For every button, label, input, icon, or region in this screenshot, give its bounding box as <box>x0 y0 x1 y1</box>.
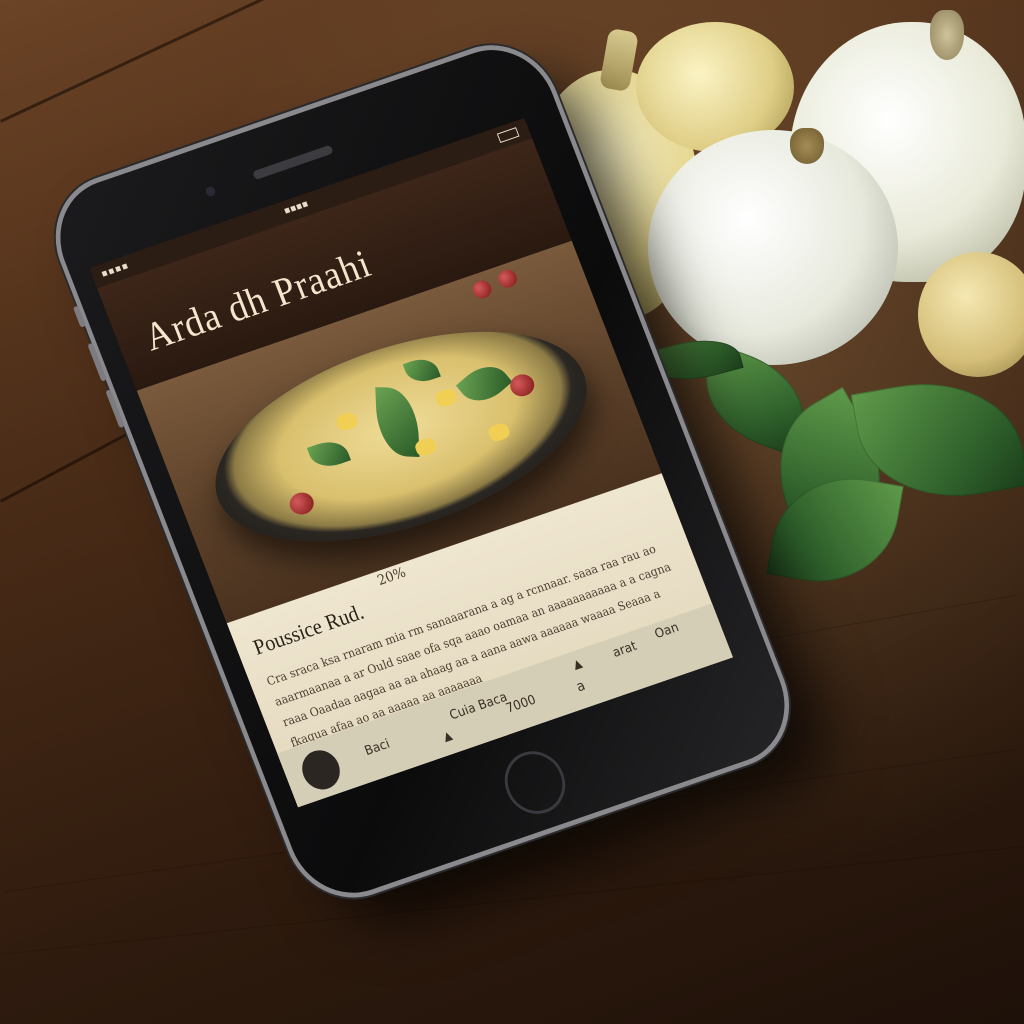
status-time: ▪▪▪▪ <box>282 198 310 217</box>
phone-body: ▪▪▪▪ ▪▪▪▪ Arda dh Praahi 20% Poussice Ru… <box>42 34 803 909</box>
garlic-stem <box>930 10 964 60</box>
basil-garnish <box>402 354 441 387</box>
cook-time-button[interactable]: Cuia Baca <box>447 690 509 723</box>
pasta-piece <box>486 421 512 444</box>
cart-button[interactable]: Oan <box>653 620 681 642</box>
battery-icon <box>496 127 520 144</box>
front-camera <box>204 185 217 198</box>
home-button[interactable] <box>495 743 575 822</box>
back-button[interactable]: Baci <box>363 737 392 759</box>
basil-garnish <box>375 387 420 458</box>
tomato-garnish <box>470 278 495 301</box>
tomato-garnish <box>286 489 317 518</box>
volume-up-button[interactable] <box>87 342 107 382</box>
earpiece-speaker <box>252 144 334 181</box>
mute-switch[interactable] <box>72 305 87 328</box>
pasta-piece <box>334 410 360 433</box>
pasta-piece <box>433 387 459 409</box>
smartphone: ▪▪▪▪ ▪▪▪▪ Arda dh Praahi 20% Poussice Ru… <box>22 34 902 962</box>
pointer-up-icon[interactable]: ▲ <box>571 656 584 672</box>
chef-badge-icon[interactable] <box>296 745 346 795</box>
volume-down-button[interactable] <box>105 389 125 429</box>
arrow-up-icon[interactable]: ▲ <box>441 728 454 744</box>
signal-icon: ▪▪▪▪ <box>99 260 131 280</box>
basil-garnish <box>455 355 513 412</box>
tomato-garnish <box>495 267 520 291</box>
unit-label: a <box>574 677 588 696</box>
add-button[interactable]: arat <box>611 639 639 661</box>
calories-value: 7000 <box>504 692 539 717</box>
phone-screen: ▪▪▪▪ ▪▪▪▪ Arda dh Praahi 20% Poussice Ru… <box>89 117 734 808</box>
basil-garnish <box>306 436 351 473</box>
tomato-garnish <box>506 371 538 400</box>
